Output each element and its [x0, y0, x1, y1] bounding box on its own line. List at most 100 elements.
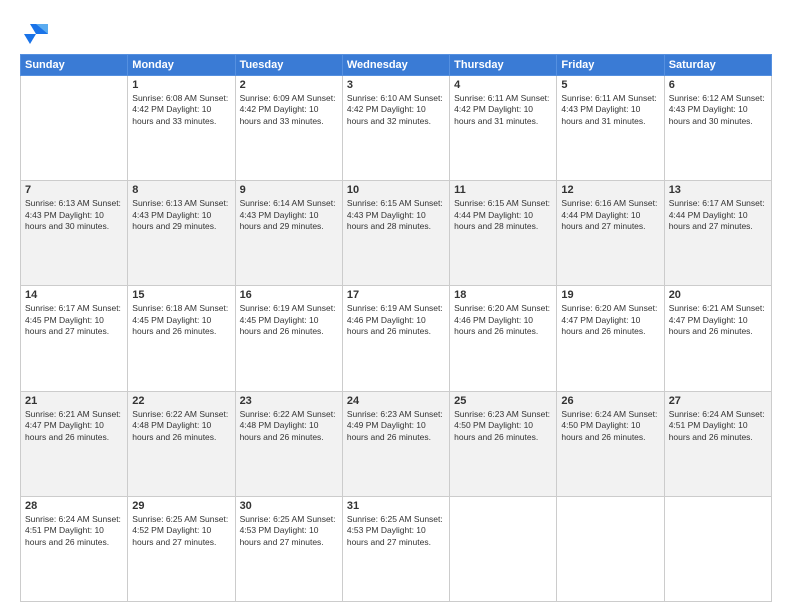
day-number: 17 — [347, 289, 445, 301]
day-number: 23 — [240, 395, 338, 407]
calendar-cell: 18 Sunrise: 6:20 AM Sunset: 4:46 PM Dayli… — [450, 286, 557, 391]
calendar-cell: 15Sunrise: 6:18 AM Sunset: 4:45 PM Dayli… — [128, 286, 235, 391]
calendar-cell: 7 Sunrise: 6:13 AM Sunset: 4:43 PM Daylig… — [21, 181, 128, 286]
day-number: 27 — [669, 395, 767, 407]
day-info: Sunrise: 6:20 AM Sunset: 4:46 PM Dayligh… — [454, 303, 552, 337]
day-info: Sunrise: 6:20 AM Sunset: 4:47 PM Dayligh… — [561, 303, 659, 337]
calendar-cell: 4 Sunrise: 6:11 AM Sunset: 4:42 PM Daylig… — [450, 76, 557, 181]
day-number: 16 — [240, 289, 338, 301]
calendar-header-sunday: Sunday — [21, 55, 128, 76]
day-info: Sunrise: 6:15 AM Sunset: 4:43 PM Dayligh… — [347, 198, 445, 232]
day-info: Sunrise: 6:14 AM Sunset: 4:43 PM Dayligh… — [240, 198, 338, 232]
calendar-header-thursday: Thursday — [450, 55, 557, 76]
day-number: 25 — [454, 395, 552, 407]
calendar-cell: 30 Sunrise: 6:25 AM Sunset: 4:53 PM Dayli… — [235, 496, 342, 601]
calendar-cell — [450, 496, 557, 601]
day-info: Sunrise: 6:19 AM Sunset: 4:45 PM Dayligh… — [240, 303, 338, 337]
day-info: Sunrise: 6:13 AM Sunset: 4:43 PM Dayligh… — [132, 198, 230, 232]
calendar-cell: 11 Sunrise: 6:15 AM Sunset: 4:44 PM Dayli… — [450, 181, 557, 286]
day-number: 22 — [132, 395, 230, 407]
day-info: Sunrise: 6:25 AM Sunset: 4:52 PM Dayligh… — [132, 514, 230, 548]
calendar-header-friday: Friday — [557, 55, 664, 76]
calendar-cell — [21, 76, 128, 181]
calendar-cell: 12 Sunrise: 6:16 AM Sunset: 4:44 PM Dayli… — [557, 181, 664, 286]
day-number: 20 — [669, 289, 767, 301]
calendar-cell: 9 Sunrise: 6:14 AM Sunset: 4:43 PM Daylig… — [235, 181, 342, 286]
calendar-cell — [664, 496, 771, 601]
day-info: Sunrise: 6:23 AM Sunset: 4:49 PM Dayligh… — [347, 409, 445, 443]
day-number: 10 — [347, 184, 445, 196]
calendar-week-row: 7 Sunrise: 6:13 AM Sunset: 4:43 PM Daylig… — [21, 181, 772, 286]
day-info: Sunrise: 6:10 AM Sunset: 4:42 PM Dayligh… — [347, 93, 445, 127]
day-info: Sunrise: 6:16 AM Sunset: 4:44 PM Dayligh… — [561, 198, 659, 232]
day-number: 28 — [25, 500, 123, 512]
calendar-cell: 10 Sunrise: 6:15 AM Sunset: 4:43 PM Dayli… — [342, 181, 449, 286]
calendar-week-row: 14 Sunrise: 6:17 AM Sunset: 4:45 PM Dayli… — [21, 286, 772, 391]
top-section — [20, 16, 772, 46]
day-number: 3 — [347, 79, 445, 91]
day-info: Sunrise: 6:17 AM Sunset: 4:44 PM Dayligh… — [669, 198, 767, 232]
day-number: 19 — [561, 289, 659, 301]
day-info: Sunrise: 6:22 AM Sunset: 4:48 PM Dayligh… — [132, 409, 230, 443]
day-number: 1 — [132, 79, 230, 91]
day-info: Sunrise: 6:22 AM Sunset: 4:48 PM Dayligh… — [240, 409, 338, 443]
day-number: 26 — [561, 395, 659, 407]
day-info: Sunrise: 6:21 AM Sunset: 4:47 PM Dayligh… — [669, 303, 767, 337]
day-info: Sunrise: 6:11 AM Sunset: 4:42 PM Dayligh… — [454, 93, 552, 127]
day-number: 14 — [25, 289, 123, 301]
calendar-cell: 16 Sunrise: 6:19 AM Sunset: 4:45 PM Dayli… — [235, 286, 342, 391]
calendar-cell: 19 Sunrise: 6:20 AM Sunset: 4:47 PM Dayli… — [557, 286, 664, 391]
day-info: Sunrise: 6:08 AM Sunset: 4:42 PM Dayligh… — [132, 93, 230, 127]
day-number: 13 — [669, 184, 767, 196]
day-number: 12 — [561, 184, 659, 196]
calendar-cell: 27Sunrise: 6:24 AM Sunset: 4:51 PM Dayli… — [664, 391, 771, 496]
calendar-cell: 31 Sunrise: 6:25 AM Sunset: 4:53 PM Dayli… — [342, 496, 449, 601]
calendar-cell: 6Sunrise: 6:12 AM Sunset: 4:43 PM Daylig… — [664, 76, 771, 181]
day-info: Sunrise: 6:25 AM Sunset: 4:53 PM Dayligh… — [240, 514, 338, 548]
day-number: 29 — [132, 500, 230, 512]
day-info: Sunrise: 6:13 AM Sunset: 4:43 PM Dayligh… — [25, 198, 123, 232]
calendar-cell: 24Sunrise: 6:23 AM Sunset: 4:49 PM Dayli… — [342, 391, 449, 496]
day-number: 31 — [347, 500, 445, 512]
day-number: 2 — [240, 79, 338, 91]
calendar-week-row: 21 Sunrise: 6:21 AM Sunset: 4:47 PM Dayli… — [21, 391, 772, 496]
day-number: 18 — [454, 289, 552, 301]
day-number: 6 — [669, 79, 767, 91]
day-number: 7 — [25, 184, 123, 196]
day-number: 30 — [240, 500, 338, 512]
day-info: Sunrise: 6:24 AM Sunset: 4:50 PM Dayligh… — [561, 409, 659, 443]
calendar-table: SundayMondayTuesdayWednesdayThursdayFrid… — [20, 54, 772, 602]
day-info: Sunrise: 6:17 AM Sunset: 4:45 PM Dayligh… — [25, 303, 123, 337]
calendar-header-wednesday: Wednesday — [342, 55, 449, 76]
day-number: 21 — [25, 395, 123, 407]
day-info: Sunrise: 6:09 AM Sunset: 4:42 PM Dayligh… — [240, 93, 338, 127]
calendar-cell: 2 Sunrise: 6:09 AM Sunset: 4:42 PM Daylig… — [235, 76, 342, 181]
day-number: 4 — [454, 79, 552, 91]
day-info: Sunrise: 6:19 AM Sunset: 4:46 PM Dayligh… — [347, 303, 445, 337]
calendar-cell: 23 Sunrise: 6:22 AM Sunset: 4:48 PM Dayli… — [235, 391, 342, 496]
calendar-header-row: SundayMondayTuesdayWednesdayThursdayFrid… — [21, 55, 772, 76]
calendar-week-row: 28Sunrise: 6:24 AM Sunset: 4:51 PM Dayli… — [21, 496, 772, 601]
calendar-cell: 20 Sunrise: 6:21 AM Sunset: 4:47 PM Dayli… — [664, 286, 771, 391]
calendar-cell: 1 Sunrise: 6:08 AM Sunset: 4:42 PM Daylig… — [128, 76, 235, 181]
calendar-cell — [557, 496, 664, 601]
day-info: Sunrise: 6:11 AM Sunset: 4:43 PM Dayligh… — [561, 93, 659, 127]
calendar-cell: 26 Sunrise: 6:24 AM Sunset: 4:50 PM Dayli… — [557, 391, 664, 496]
day-info: Sunrise: 6:23 AM Sunset: 4:50 PM Dayligh… — [454, 409, 552, 443]
calendar-cell: 13 Sunrise: 6:17 AM Sunset: 4:44 PM Dayli… — [664, 181, 771, 286]
calendar-cell: 21 Sunrise: 6:21 AM Sunset: 4:47 PM Dayli… — [21, 391, 128, 496]
day-number: 11 — [454, 184, 552, 196]
day-number: 8 — [132, 184, 230, 196]
calendar-week-row: 1 Sunrise: 6:08 AM Sunset: 4:42 PM Daylig… — [21, 76, 772, 181]
day-info: Sunrise: 6:25 AM Sunset: 4:53 PM Dayligh… — [347, 514, 445, 548]
calendar-cell: 28Sunrise: 6:24 AM Sunset: 4:51 PM Dayli… — [21, 496, 128, 601]
day-number: 15 — [132, 289, 230, 301]
calendar-header-tuesday: Tuesday — [235, 55, 342, 76]
logo-icon — [20, 16, 50, 46]
day-info: Sunrise: 6:21 AM Sunset: 4:47 PM Dayligh… — [25, 409, 123, 443]
calendar-header-saturday: Saturday — [664, 55, 771, 76]
calendar-cell: 5Sunrise: 6:11 AM Sunset: 4:43 PM Daylig… — [557, 76, 664, 181]
day-number: 9 — [240, 184, 338, 196]
day-info: Sunrise: 6:15 AM Sunset: 4:44 PM Dayligh… — [454, 198, 552, 232]
calendar-cell: 8 Sunrise: 6:13 AM Sunset: 4:43 PM Daylig… — [128, 181, 235, 286]
